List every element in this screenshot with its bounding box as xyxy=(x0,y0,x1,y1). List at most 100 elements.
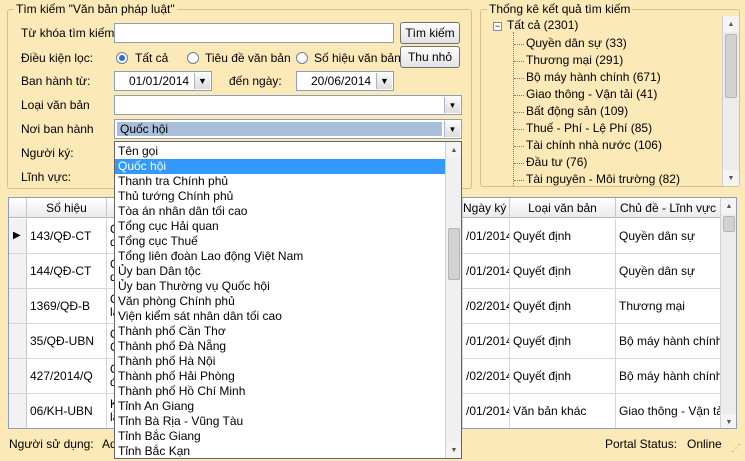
cell-so-hieu[interactable]: 1369/QĐ-B xyxy=(27,289,107,323)
chevron-down-icon[interactable]: ▼ xyxy=(444,97,460,113)
dropdown-header-item[interactable]: Tên gọi xyxy=(115,144,446,159)
tree-item[interactable]: Thương mại (291) xyxy=(526,53,623,70)
cell-chu-de[interactable]: Bộ máy hành chính xyxy=(616,359,721,393)
scroll-up-icon[interactable]: ▲ xyxy=(446,142,461,158)
cell-ngay-ky[interactable]: /02/2014 xyxy=(463,289,510,323)
row-header[interactable] xyxy=(9,394,27,428)
tree-item[interactable]: Tài chính nhà nước (106) xyxy=(526,138,662,155)
issuer-label: Nơi ban hành xyxy=(21,122,94,136)
row-header[interactable] xyxy=(9,324,27,358)
dropdown-option[interactable]: Viện kiểm sát nhân dân tối cao xyxy=(115,309,446,324)
dropdown-option[interactable]: Văn phòng Chính phủ xyxy=(115,294,446,309)
dropdown-option[interactable]: Tỉnh Bắc Giang xyxy=(115,429,446,444)
cell-chu-de[interactable]: Bộ máy hành chính xyxy=(616,324,721,358)
cell-so-hieu[interactable]: 427/2014/Q xyxy=(27,359,107,393)
cell-ngay-ky[interactable]: /01/2014 xyxy=(463,254,510,288)
cell-chu-de[interactable]: Thương mại xyxy=(616,289,721,323)
scrollbar-thumb[interactable] xyxy=(723,216,735,232)
filter-radio-all[interactable] xyxy=(116,52,128,64)
dropdown-option[interactable]: Ủy ban Dân tộc xyxy=(115,264,446,279)
row-header[interactable] xyxy=(9,359,27,393)
tree-root[interactable]: Tất cả (2301) xyxy=(507,18,578,35)
dropdown-option[interactable]: Tỉnh Bắc Kạn xyxy=(115,444,446,458)
dropdown-option[interactable]: Tỉnh An Giang xyxy=(115,399,446,414)
portal-status-label: Portal Status: xyxy=(605,437,678,451)
issuer-dropdown-scrollbar[interactable]: ▲ ▼ xyxy=(445,142,461,458)
cell-chu-de[interactable]: Quyền dân sự xyxy=(616,254,721,288)
dropdown-option[interactable]: Ủy ban Thường vụ Quốc hội xyxy=(115,279,446,294)
cell-so-hieu[interactable]: 35/QĐ-UBN xyxy=(27,324,107,358)
cell-ngay-ky[interactable]: /01/2014 xyxy=(463,219,510,253)
column-header-chu-de[interactable]: Chủ đề - Lĩnh vực xyxy=(616,198,721,218)
calendar-dropdown-icon[interactable]: ▼ xyxy=(194,73,210,89)
row-header[interactable] xyxy=(9,289,27,323)
row-header[interactable] xyxy=(9,254,27,288)
collapse-button[interactable]: Thu nhỏ xyxy=(400,46,460,68)
scroll-up-icon[interactable]: ▲ xyxy=(721,198,736,214)
cell-so-hieu[interactable]: 143/QĐ-CT xyxy=(27,219,107,253)
cell-loai-van-ban[interactable]: Quyết định xyxy=(510,324,616,358)
search-button[interactable]: Tìm kiếm xyxy=(400,22,460,44)
column-header-so-hieu[interactable]: Số hiệu xyxy=(27,198,107,218)
stats-tree[interactable]: − Tất cả (2301) Quyền dân sự (33) Thương … xyxy=(487,16,737,186)
filter-radio-title[interactable] xyxy=(187,52,199,64)
chevron-down-icon[interactable]: ▼ xyxy=(444,121,460,137)
tree-item[interactable]: Bộ máy hành chính (671) xyxy=(526,70,661,87)
dropdown-option[interactable]: Thành phố Cần Thơ xyxy=(115,324,446,339)
cell-chu-de[interactable]: Giao thông - Vận tả xyxy=(616,394,721,428)
grid-scrollbar[interactable]: ▲ ▼ xyxy=(720,198,736,428)
cell-loai-van-ban[interactable]: Quyết định xyxy=(510,359,616,393)
column-header-ngay-ky[interactable]: Ngày ký xyxy=(463,198,510,218)
tree-item[interactable]: Đầu tư (76) xyxy=(526,155,587,172)
scrollbar-thumb[interactable] xyxy=(725,34,737,98)
tree-item[interactable]: Giao thông - Vận tải (41) xyxy=(526,87,657,104)
tree-item[interactable]: Tài nguyên - Môi trường (82) xyxy=(526,172,680,186)
cell-loai-van-ban[interactable]: Quyết định xyxy=(510,219,616,253)
dropdown-option[interactable]: Thành phố Hải Phòng xyxy=(115,369,446,384)
stats-tree-scrollbar[interactable]: ▲ ▼ xyxy=(722,16,739,186)
filter-radio-all-label[interactable]: Tất cả xyxy=(135,51,168,65)
scroll-down-icon[interactable]: ▼ xyxy=(721,414,736,428)
cell-loai-van-ban[interactable]: Văn bản khác xyxy=(510,394,616,428)
cell-ngay-ky[interactable]: /01/2014 xyxy=(463,324,510,358)
scroll-down-icon[interactable]: ▼ xyxy=(723,170,739,186)
cell-so-hieu[interactable]: 06/KH-UBN xyxy=(27,394,107,428)
cell-loai-van-ban[interactable]: Quyết định xyxy=(510,254,616,288)
dropdown-option[interactable]: Thành phố Hà Nội xyxy=(115,354,446,369)
keyword-input[interactable] xyxy=(114,23,394,43)
scrollbar-thumb[interactable] xyxy=(448,228,460,280)
dropdown-option[interactable]: Tổng cục Hải quan xyxy=(115,219,446,234)
dropdown-option[interactable]: Tổng cục Thuế xyxy=(115,234,446,249)
dropdown-option[interactable]: Tổng liên đoàn Lao động Việt Nam xyxy=(115,249,446,264)
dropdown-option[interactable]: Thành phố Hồ Chí Minh xyxy=(115,384,446,399)
dropdown-option[interactable]: Tòa án nhân dân tối cao xyxy=(115,204,446,219)
column-header-loai-van-ban[interactable]: Loại văn bản xyxy=(510,198,616,218)
issuer-dropdown-list[interactable]: Tên gọi Quốc hội Thanh tra Chính phủ Thủ tư… xyxy=(114,141,462,459)
scroll-down-icon[interactable]: ▼ xyxy=(446,442,461,458)
cell-chu-de[interactable]: Quyền dân sự xyxy=(616,219,721,253)
calendar-dropdown-icon[interactable]: ▼ xyxy=(376,73,392,89)
dropdown-option[interactable]: Tỉnh Bà Rịa - Vũng Tàu xyxy=(115,414,446,429)
resize-grip-icon[interactable]: ⋰ xyxy=(731,444,741,454)
issued-from-date-field[interactable]: 01/01/2014 ▼ xyxy=(114,71,212,91)
row-header[interactable]: ▶ xyxy=(9,219,27,253)
dropdown-option[interactable]: Thành phố Đà Nẵng xyxy=(115,339,446,354)
filter-radio-number[interactable] xyxy=(296,52,308,64)
filter-radio-number-label[interactable]: Số hiệu văn bản xyxy=(314,51,401,65)
tree-item[interactable]: Bất động sản (109) xyxy=(526,104,628,121)
doc-type-select[interactable]: ▼ xyxy=(114,95,462,115)
cell-ngay-ky[interactable]: /02/2014 xyxy=(463,359,510,393)
cell-so-hieu[interactable]: 144/QĐ-CT xyxy=(27,254,107,288)
cell-ngay-ky[interactable]: /01/2014 xyxy=(463,394,510,428)
tree-item[interactable]: Thuế - Phí - Lệ Phí (85) xyxy=(526,121,652,138)
dropdown-option[interactable]: Thanh tra Chính phủ xyxy=(115,174,446,189)
dropdown-option[interactable]: Quốc hội xyxy=(115,159,446,174)
issuer-select[interactable]: Quốc hội ▼ xyxy=(114,119,462,139)
to-date-field[interactable]: 20/06/2014 ▼ xyxy=(296,71,394,91)
scroll-up-icon[interactable]: ▲ xyxy=(723,16,739,32)
collapse-icon[interactable]: − xyxy=(493,22,502,31)
filter-radio-title-label[interactable]: Tiêu đề văn bản xyxy=(205,51,291,65)
cell-loai-van-ban[interactable]: Quyết định xyxy=(510,289,616,323)
tree-item[interactable]: Quyền dân sự (33) xyxy=(526,36,627,53)
dropdown-option[interactable]: Thủ tướng Chính phủ xyxy=(115,189,446,204)
